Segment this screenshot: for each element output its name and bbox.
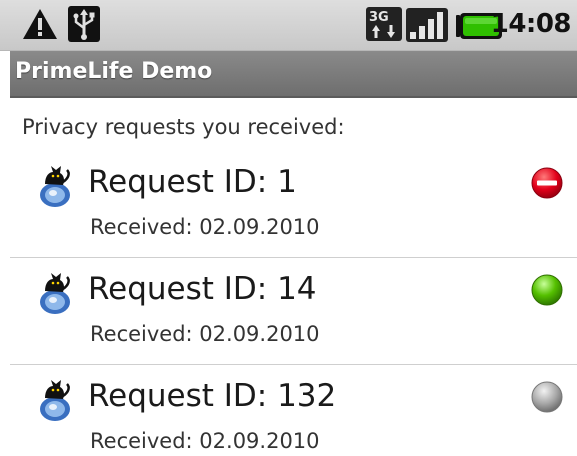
list-divider — [10, 364, 577, 365]
request-title: Request ID: 14 — [88, 271, 317, 307]
phone-screen: 3G 14:08 PrimeLife Demo Privacy requests… — [0, 0, 577, 456]
request-received-date: Received: 02.09.2010 — [90, 215, 320, 239]
pending-grey-icon — [531, 381, 563, 413]
accepted-green-icon — [531, 274, 563, 306]
svg-text:3G: 3G — [369, 10, 389, 25]
request-list-item[interactable]: Request ID: 132 Received: 02.09.2010 — [10, 366, 577, 456]
request-title: Request ID: 1 — [88, 164, 297, 200]
signal-strength-icon — [406, 8, 448, 42]
warning-icon — [23, 9, 57, 39]
request-received-date: Received: 02.09.2010 — [90, 429, 320, 453]
usb-icon — [68, 6, 100, 42]
request-list-item[interactable]: Request ID: 14 Received: 02.09.2010 — [10, 259, 577, 365]
request-title: Request ID: 132 — [88, 378, 337, 414]
primelife-cat-icon — [40, 166, 70, 207]
denied-red-icon — [531, 167, 563, 199]
request-list-item[interactable]: Request ID: 1 Received: 02.09.2010 — [10, 152, 577, 258]
app-title-bar: PrimeLife Demo — [10, 51, 577, 98]
status-bar: 3G 14:08 — [0, 0, 577, 51]
primelife-cat-icon — [40, 380, 70, 421]
clock-time: 14:08 — [490, 9, 572, 39]
request-received-date: Received: 02.09.2010 — [90, 322, 320, 346]
primelife-cat-icon — [40, 273, 70, 314]
list-divider — [10, 257, 577, 258]
3g-data-icon: 3G — [366, 7, 402, 41]
app-title: PrimeLife Demo — [15, 59, 213, 84]
list-heading: Privacy requests you received: — [22, 115, 345, 139]
